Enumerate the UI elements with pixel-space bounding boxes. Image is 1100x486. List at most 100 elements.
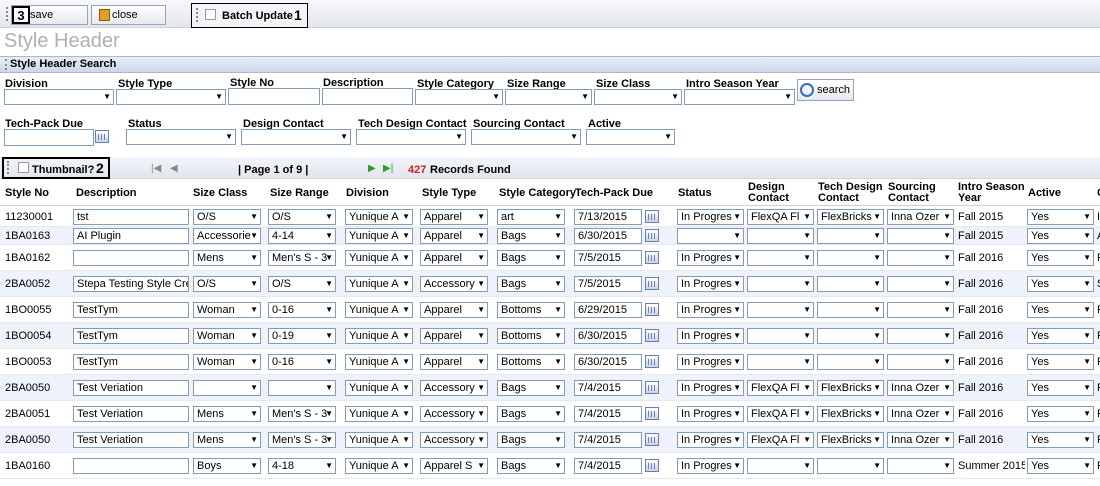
cell-style-category[interactable]: Bags ▼	[497, 432, 565, 448]
cell-style-category[interactable]: Bags ▼	[497, 228, 565, 244]
calendar-icon[interactable]	[645, 329, 659, 342]
cell-design-contact[interactable]: FlexQA Fl ▼	[747, 406, 814, 422]
cell-tech-pack-due[interactable]: 7/4/2015	[574, 380, 642, 396]
calendar-icon[interactable]	[645, 459, 659, 472]
calendar-icon[interactable]	[645, 381, 659, 394]
cell-active[interactable]: Yes ▼	[1027, 354, 1094, 370]
cell-active[interactable]: Yes ▼	[1027, 432, 1094, 448]
cell-sourcing-contact[interactable]: Inna Ozer ▼	[887, 432, 954, 448]
cell-division[interactable]: Yunique A ▼	[345, 302, 413, 318]
cell-sourcing-contact[interactable]: Inna Ozer ▼	[887, 406, 954, 422]
tech-pack-due-input[interactable]	[4, 129, 94, 146]
cell-design-contact[interactable]: ▼	[747, 354, 814, 370]
cell-size-range[interactable]: Men's S - 3 ▼	[268, 432, 336, 448]
next-page-icon[interactable]: ▶	[368, 163, 376, 174]
status-select[interactable]: ▼	[126, 129, 236, 145]
cell-active[interactable]: Yes ▼	[1027, 328, 1094, 344]
cell-status[interactable]: In Progres ▼	[677, 328, 744, 344]
cell-size-class[interactable]: O/S ▼	[193, 276, 261, 292]
cell-tech-design-contact[interactable]: ▼	[817, 276, 884, 292]
cell-description[interactable]: AI Plugin	[73, 228, 189, 244]
cell-size-range[interactable]: 4-18 ▼	[268, 458, 336, 474]
cell-active[interactable]: Yes ▼	[1027, 228, 1094, 244]
col-style-category[interactable]: Style Category	[499, 188, 576, 199]
cell-size-range[interactable]: Men's S - 3 ▼	[268, 250, 336, 266]
cell-design-contact[interactable]: FlexQA Fl ▼	[747, 432, 814, 448]
cell-status[interactable]: In Progres ▼	[677, 354, 744, 370]
cell-description[interactable]	[73, 458, 189, 474]
toolbar-grip[interactable]	[6, 7, 9, 21]
calendar-icon[interactable]	[645, 210, 659, 223]
cell-status[interactable]: In Progres ▼	[677, 432, 744, 448]
cell-design-contact[interactable]: ▼	[747, 250, 814, 266]
division-select[interactable]: ▼	[4, 89, 114, 105]
search-button[interactable]: search	[797, 79, 854, 101]
cell-size-class[interactable]: Mens ▼	[193, 432, 261, 448]
col-size-class[interactable]: Size Class	[193, 188, 247, 199]
cell-sourcing-contact[interactable]: ▼	[887, 302, 954, 318]
tech-pack-due-calendar-icon[interactable]	[95, 130, 109, 143]
cell-tech-pack-due[interactable]: 7/4/2015	[574, 432, 642, 448]
cell-tech-design-contact[interactable]: FlexBricks ▼	[817, 432, 884, 448]
cell-tech-design-contact[interactable]: FlexBricks ▼	[817, 406, 884, 422]
cell-sourcing-contact[interactable]: ▼	[887, 228, 954, 244]
cell-description[interactable]: Test Veriation	[73, 380, 189, 396]
cell-size-class[interactable]: O/S ▼	[193, 209, 261, 225]
cell-division[interactable]: Yunique A ▼	[345, 354, 413, 370]
col-style-type[interactable]: Style Type	[422, 188, 476, 199]
cell-division[interactable]: Yunique A ▼	[345, 276, 413, 292]
cell-design-contact[interactable]: FlexQA Fl ▼	[747, 380, 814, 396]
tech-design-contact-select[interactable]: ▼	[356, 129, 466, 145]
batch-update-checkbox[interactable]	[205, 9, 216, 20]
cell-status[interactable]: In Progres ▼	[677, 250, 744, 266]
intro-season-year-select[interactable]: ▼	[684, 89, 795, 105]
cell-size-class[interactable]: Boys ▼	[193, 458, 261, 474]
calendar-icon[interactable]	[645, 303, 659, 316]
cell-design-contact[interactable]: ▼	[747, 228, 814, 244]
cell-sourcing-contact[interactable]: ▼	[887, 250, 954, 266]
cell-tech-design-contact[interactable]: ▼	[817, 328, 884, 344]
cell-style-category[interactable]: art ▼	[497, 209, 565, 225]
first-page-icon[interactable]: |◀	[151, 163, 161, 174]
size-range-select[interactable]: ▼	[505, 89, 592, 105]
col-active[interactable]: Active	[1028, 188, 1061, 199]
col-design-contact-l2[interactable]: Contact	[748, 193, 789, 204]
cell-style-category[interactable]: Bags ▼	[497, 406, 565, 422]
cell-status[interactable]: In Progres ▼	[677, 209, 744, 225]
cell-style-category[interactable]: Bottoms ▼	[497, 354, 565, 370]
col-description[interactable]: Description	[76, 188, 137, 199]
cell-style-category[interactable]: Bottoms ▼	[497, 328, 565, 344]
cell-tech-design-contact[interactable]: ▼	[817, 354, 884, 370]
style-type-select[interactable]: ▼	[116, 89, 226, 105]
cell-sourcing-contact[interactable]: Inna Ozer ▼	[887, 380, 954, 396]
cell-sourcing-contact[interactable]: ▼	[887, 328, 954, 344]
cell-tech-pack-due[interactable]: 7/5/2015	[574, 276, 642, 292]
cell-style-type[interactable]: Apparel S ▼	[420, 458, 488, 474]
cell-size-range[interactable]: 0-16 ▼	[268, 354, 336, 370]
cell-size-range[interactable]: O/S ▼	[268, 209, 336, 225]
cell-division[interactable]: Yunique A ▼	[345, 328, 413, 344]
cell-size-class[interactable]: Woman ▼	[193, 328, 261, 344]
cell-style-category[interactable]: Bags ▼	[497, 458, 565, 474]
cell-description[interactable]: TestTym	[73, 302, 189, 318]
previous-page-icon[interactable]: ◀	[170, 163, 178, 174]
cell-sourcing-contact[interactable]: ▼	[887, 458, 954, 474]
cell-division[interactable]: Yunique A ▼	[345, 250, 413, 266]
cell-active[interactable]: Yes ▼	[1027, 302, 1094, 318]
close-button[interactable]: close	[91, 5, 166, 25]
cell-style-type[interactable]: Apparel ▼	[420, 228, 488, 244]
cell-tech-design-contact[interactable]: ▼	[817, 250, 884, 266]
description-input[interactable]	[322, 88, 413, 105]
style-category-select[interactable]: ▼	[415, 89, 503, 105]
size-class-select[interactable]: ▼	[594, 89, 682, 105]
cell-size-range[interactable]: 0-19 ▼	[268, 328, 336, 344]
cell-design-contact[interactable]: ▼	[747, 276, 814, 292]
cell-description[interactable]: TestTym	[73, 328, 189, 344]
active-select[interactable]: ▼	[586, 129, 675, 145]
last-page-icon[interactable]: ▶|	[383, 163, 393, 174]
cell-active[interactable]: Yes ▼	[1027, 250, 1094, 266]
cell-design-contact[interactable]: FlexQA Fl ▼	[747, 209, 814, 225]
cell-style-type[interactable]: Apparel ▼	[420, 302, 488, 318]
cell-size-class[interactable]: Woman ▼	[193, 302, 261, 318]
cell-description[interactable]: tst	[73, 209, 189, 225]
